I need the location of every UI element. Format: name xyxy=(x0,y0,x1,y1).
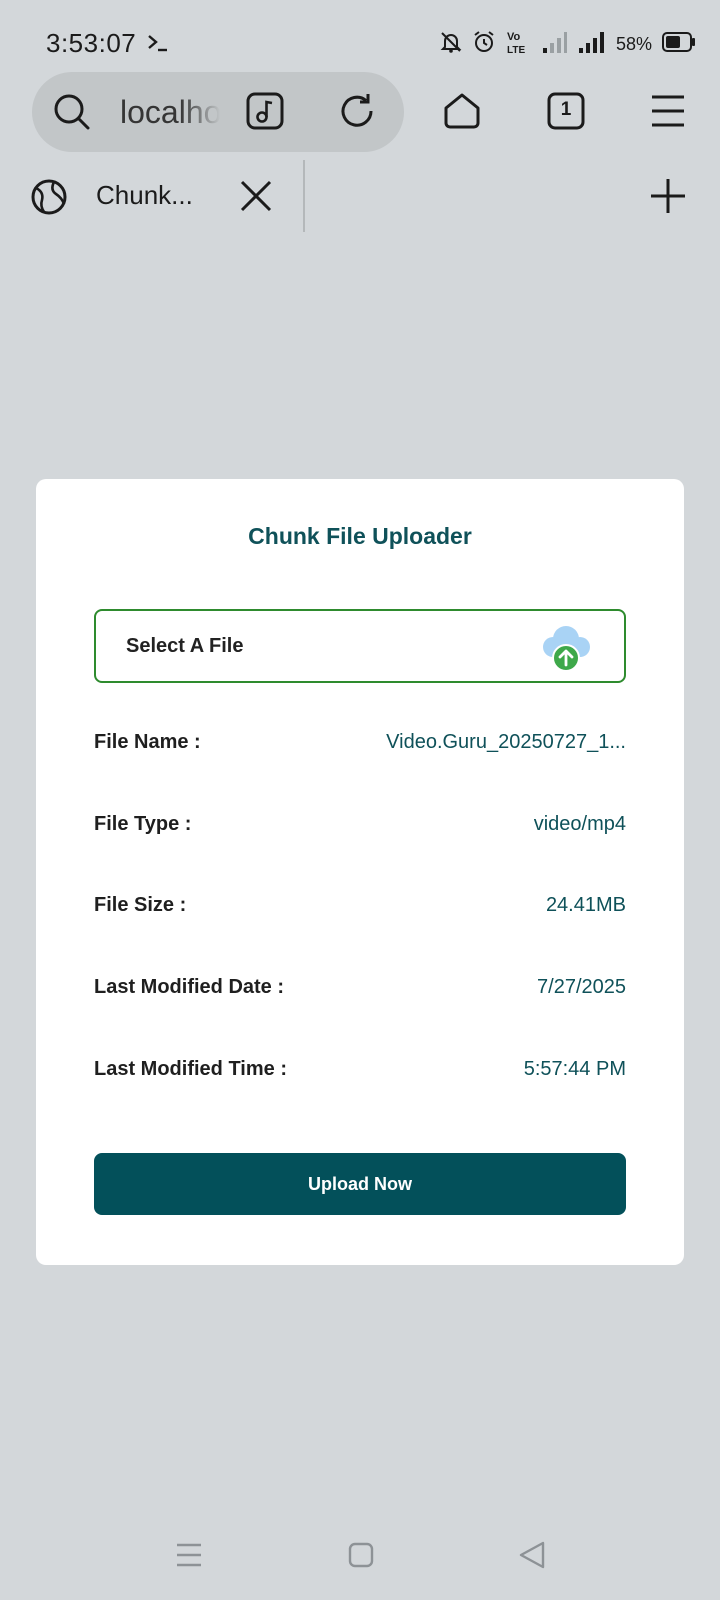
battery-icon xyxy=(662,31,696,58)
file-type-label: File Type : xyxy=(94,813,192,835)
reload-icon[interactable] xyxy=(338,92,376,135)
tab-title[interactable]: Chunk... xyxy=(96,180,193,211)
file-size-row: File Size : 24.41MB xyxy=(94,894,626,924)
back-icon[interactable] xyxy=(518,1540,546,1575)
url-text[interactable]: localhost xyxy=(120,94,220,131)
new-tab-icon[interactable] xyxy=(650,178,686,219)
file-name-row: File Name : Video.Guru_20250727_1... xyxy=(94,731,626,761)
last-modified-time-value: 5:57:44 PM xyxy=(523,1058,626,1080)
tabs-icon[interactable]: 1 xyxy=(547,92,585,135)
menu-icon[interactable] xyxy=(650,94,686,133)
file-size-label: File Size : xyxy=(94,894,187,916)
status-time: 3:53:07 xyxy=(46,28,137,58)
alarm-icon xyxy=(472,30,496,59)
last-modified-date-label: Last Modified Date : xyxy=(94,976,285,998)
terminal-icon xyxy=(146,30,170,59)
svg-text:Vo: Vo xyxy=(507,31,521,43)
svg-text:LTE: LTE xyxy=(507,45,525,55)
close-icon[interactable] xyxy=(240,180,272,217)
volte-icon: Vo LTE xyxy=(506,29,532,60)
home-icon[interactable] xyxy=(443,92,481,135)
bell-muted-icon xyxy=(440,30,462,59)
music-icon[interactable] xyxy=(246,92,284,135)
select-file-label: Select A File xyxy=(126,635,244,657)
signal-icon xyxy=(578,30,606,59)
file-name-label: File Name : xyxy=(94,731,201,753)
last-modified-date-row: Last Modified Date : 7/27/2025 xyxy=(94,976,626,1006)
battery-percent: 58% xyxy=(615,33,652,54)
last-modified-time-row: Last Modified Time : 5:57:44 PM xyxy=(94,1058,626,1088)
upload-now-button[interactable]: Upload Now xyxy=(94,1153,626,1215)
signal-weak-icon xyxy=(542,30,568,59)
globe-icon xyxy=(30,178,68,221)
file-size-value: 24.41MB xyxy=(545,894,626,916)
uploader-card: Chunk File Uploader Select A File File N… xyxy=(36,479,684,1265)
home-nav-icon[interactable] xyxy=(348,1542,374,1573)
file-type-row: File Type : video/mp4 xyxy=(94,813,626,843)
file-name-value: Video.Guru_20250727_1... xyxy=(386,731,626,753)
tab-divider xyxy=(303,160,305,232)
status-icons: Vo LTE 58% xyxy=(440,28,696,60)
last-modified-time-label: Last Modified Time : xyxy=(94,1058,287,1080)
file-select-input[interactable]: Select A File xyxy=(94,609,626,683)
tab-count: 1 xyxy=(560,99,572,120)
file-type-value: video/mp4 xyxy=(533,813,626,835)
recents-icon[interactable] xyxy=(176,1542,202,1573)
address-bar[interactable]: localhost xyxy=(32,72,404,152)
search-icon[interactable] xyxy=(52,92,92,137)
cloud-upload-icon xyxy=(538,621,596,678)
last-modified-date-value: 7/27/2025 xyxy=(537,976,626,998)
page-title: Chunk File Uploader xyxy=(248,523,472,549)
